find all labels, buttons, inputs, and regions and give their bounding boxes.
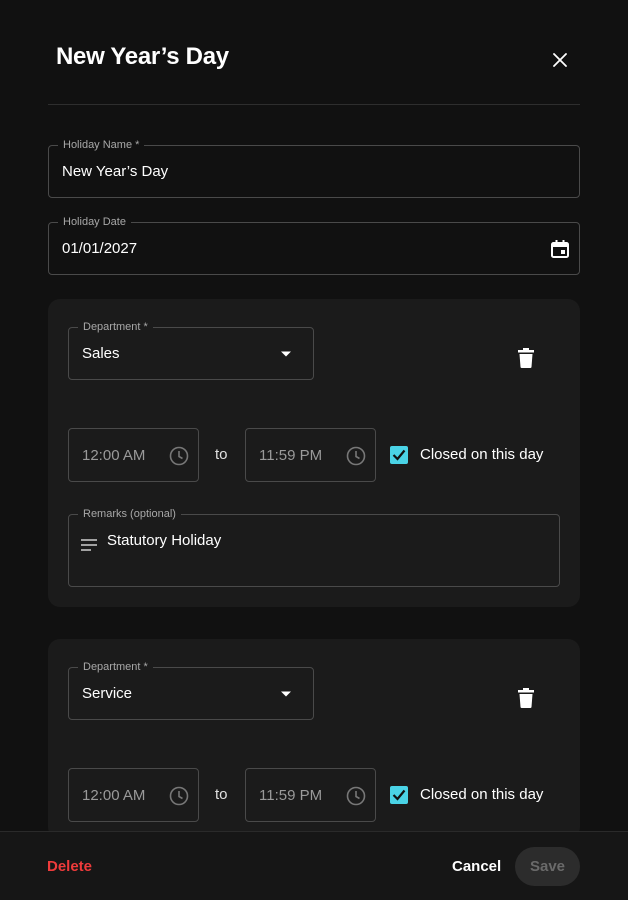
closed-label: Closed on this day: [420, 446, 544, 463]
holiday-name-field[interactable]: Holiday Name * New Year’s Day: [48, 137, 580, 198]
start-time-field[interactable]: 12:00 AM: [68, 428, 199, 482]
department-value: Service: [82, 685, 133, 702]
clock-icon[interactable]: [345, 445, 367, 467]
holiday-date-field[interactable]: Holiday Date 01/01/2027: [48, 214, 580, 275]
end-time-input[interactable]: 11:59 PM: [259, 787, 322, 804]
holiday-dialog: New Year’s Day Holiday Name * New Year’s…: [0, 0, 628, 900]
close-button[interactable]: [546, 46, 574, 74]
end-time-field[interactable]: 11:59 PM: [245, 768, 376, 822]
closed-label: Closed on this day: [420, 786, 544, 803]
department-label: Department *: [78, 319, 153, 335]
holiday-name-input[interactable]: New Year’s Day: [62, 163, 168, 180]
delete-department-icon[interactable]: [514, 686, 538, 710]
department-card: Department * Sales 12:00 AM to 11:59 PM: [48, 299, 580, 607]
chevron-down-icon: [279, 348, 293, 360]
holiday-date-label: Holiday Date: [58, 214, 131, 230]
start-time-input[interactable]: 12:00 AM: [82, 447, 145, 464]
clock-icon[interactable]: [345, 785, 367, 807]
header-divider: [48, 104, 580, 105]
notes-icon: [81, 539, 97, 551]
to-label: to: [215, 446, 228, 463]
department-card: Department * Service 12:00 AM to 11:59 P…: [48, 639, 580, 839]
cancel-button[interactable]: Cancel: [452, 858, 501, 875]
department-select[interactable]: Department * Service: [68, 659, 314, 720]
check-icon: [392, 449, 406, 461]
dialog-footer: Delete Cancel Save: [0, 831, 628, 900]
start-time-field[interactable]: 12:00 AM: [68, 768, 199, 822]
holiday-date-input[interactable]: 01/01/2027: [62, 240, 137, 257]
save-button[interactable]: Save: [515, 847, 580, 886]
holiday-name-label: Holiday Name *: [58, 137, 145, 153]
close-icon[interactable]: [553, 53, 567, 67]
calendar-icon[interactable]: [549, 238, 571, 260]
end-time-field[interactable]: 11:59 PM: [245, 428, 376, 482]
start-time-input[interactable]: 12:00 AM: [82, 787, 145, 804]
remarks-field[interactable]: Remarks (optional) Statutory Holiday: [68, 506, 560, 587]
dialog-title: New Year’s Day: [56, 43, 229, 70]
department-value: Sales: [82, 345, 120, 362]
remarks-input[interactable]: Statutory Holiday: [107, 532, 221, 549]
end-time-input[interactable]: 11:59 PM: [259, 447, 322, 464]
department-label: Department *: [78, 659, 153, 675]
department-select[interactable]: Department * Sales: [68, 319, 314, 380]
clock-icon[interactable]: [168, 785, 190, 807]
chevron-down-icon: [279, 688, 293, 700]
delete-department-icon[interactable]: [514, 346, 538, 370]
check-icon: [392, 789, 406, 801]
closed-checkbox[interactable]: [390, 786, 408, 804]
delete-button[interactable]: Delete: [47, 858, 92, 875]
remarks-label: Remarks (optional): [78, 506, 181, 522]
closed-checkbox[interactable]: [390, 446, 408, 464]
to-label: to: [215, 786, 228, 803]
clock-icon[interactable]: [168, 445, 190, 467]
